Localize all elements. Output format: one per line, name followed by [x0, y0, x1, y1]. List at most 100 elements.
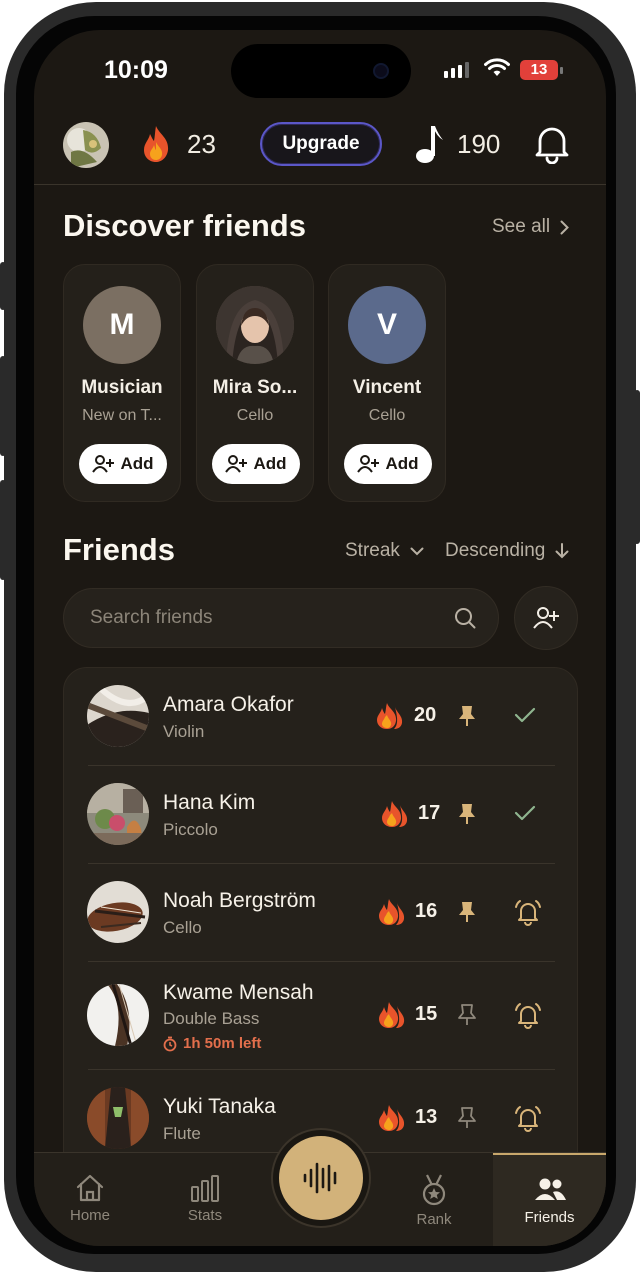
add-label: Add: [120, 454, 154, 473]
nav-tab-friends[interactable]: Friends: [493, 1153, 606, 1246]
streak-flame-icon: [377, 703, 403, 729]
friend-streak: 13: [415, 1106, 438, 1128]
nav-tab-home[interactable]: Home: [34, 1153, 146, 1246]
pin-filled-icon[interactable]: [457, 802, 477, 826]
friends-icon: [534, 1178, 566, 1200]
dynamic-island: [231, 44, 411, 98]
check-icon[interactable]: [514, 706, 536, 724]
nudge-bell-icon[interactable]: [514, 1104, 542, 1132]
friend-name: Noah Bergström: [163, 889, 316, 912]
streak-flame-icon: [144, 126, 169, 162]
medal-icon: [422, 1174, 446, 1206]
suggested-friend-name: Musician: [81, 377, 163, 398]
nav-tab-rank[interactable]: Rank: [378, 1153, 490, 1246]
friend-streak: 15: [415, 1003, 438, 1025]
sort-by-label: Streak: [345, 540, 400, 561]
see-all-link[interactable]: See all: [492, 216, 570, 238]
upgrade-button[interactable]: Upgrade: [260, 122, 382, 166]
friends-title: Friends: [63, 532, 175, 567]
nav-home-label: Home: [69, 1207, 110, 1224]
streak-flame-icon: [379, 899, 405, 925]
search-friends-input[interactable]: [90, 589, 430, 647]
suggested-friend-name: Vincent: [352, 377, 422, 398]
suggested-friend-card[interactable]: V Vincent Cello Add: [328, 264, 446, 502]
add-friend-button[interactable]: Add: [212, 444, 300, 484]
battery-indicator: 13: [520, 60, 558, 80]
discover-friends-title: Discover friends: [63, 208, 306, 243]
friend-name: Amara Okafor: [163, 693, 294, 716]
friend-initial-avatar: V: [348, 286, 426, 364]
profile-avatar[interactable]: [63, 122, 109, 168]
see-all-label: See all: [492, 216, 551, 237]
friend-instrument: Flute: [163, 1124, 201, 1143]
pin-filled-icon[interactable]: [457, 704, 477, 728]
header-divider: [34, 184, 606, 185]
friend-avatar: [87, 1087, 149, 1149]
friend-initial-avatar: M: [83, 286, 161, 364]
list-item[interactable]: Amara Okafor Violin 20: [64, 668, 577, 765]
audio-waveform-icon: [303, 1162, 337, 1194]
friend-streak: 17: [418, 802, 441, 824]
nav-stats-label: Stats: [187, 1207, 223, 1224]
sort-order-toggle[interactable]: Descending: [445, 540, 569, 562]
search-friends-box[interactable]: [63, 588, 499, 648]
timer-icon: [163, 1036, 177, 1051]
suggested-friend-card[interactable]: M Musician New on T... Add: [63, 264, 181, 502]
suggested-friend-subtitle: Cello: [368, 407, 406, 424]
notes-count: 190: [457, 129, 501, 159]
power-button: [634, 390, 640, 544]
friend-avatar: [87, 783, 149, 845]
list-item[interactable]: Hana Kim Piccolo 17: [64, 766, 577, 863]
bar-chart-icon: [191, 1175, 219, 1202]
streak-flame-icon: [379, 1002, 405, 1028]
pin-outline-icon[interactable]: [457, 1106, 477, 1130]
friend-streak: 20: [414, 704, 437, 726]
sort-by-dropdown[interactable]: Streak: [345, 540, 424, 562]
sort-order-label: Descending: [445, 540, 546, 561]
battery-tip: [560, 67, 563, 74]
friend-avatar: [87, 881, 149, 943]
streak-timer: 1h 50m left: [163, 1035, 261, 1052]
pin-filled-icon[interactable]: [457, 900, 477, 924]
battery-level: 13: [530, 61, 548, 78]
app-screen: 10:09 13 23 Upgrade 190 Discover friends…: [34, 30, 606, 1246]
status-time: 10:09: [104, 56, 168, 84]
nudge-bell-icon[interactable]: [514, 1001, 542, 1029]
camera-icon: [373, 63, 389, 79]
friend-name: Hana Kim: [163, 791, 256, 814]
search-icon: [455, 608, 476, 629]
pin-outline-icon[interactable]: [457, 1003, 477, 1027]
add-friend-button[interactable]: Add: [344, 444, 432, 484]
friend-streak: 16: [415, 900, 438, 922]
streak-flame-icon: [382, 801, 408, 827]
add-label: Add: [385, 454, 419, 473]
volume-down-button: [0, 480, 6, 580]
nav-rank-label: Rank: [416, 1211, 452, 1228]
add-friend-icon-button[interactable]: [514, 586, 578, 650]
volume-up-button: [0, 356, 6, 456]
list-item[interactable]: Noah Bergström Cello 16: [64, 864, 577, 961]
add-label: Add: [253, 454, 287, 473]
suggested-friend-name: Mira So...: [212, 377, 298, 398]
user-plus-icon: [533, 607, 559, 629]
add-friend-button[interactable]: Add: [79, 444, 167, 484]
check-icon[interactable]: [514, 804, 536, 822]
cellular-signal-icon: [444, 62, 469, 78]
streak-timer-label: 1h 50m left: [183, 1035, 262, 1052]
list-item[interactable]: Kwame Mensah Double Bass 1h 50m left 15: [64, 962, 577, 1069]
friend-avatar: [87, 984, 149, 1046]
friend-name: Yuki Tanaka: [163, 1095, 276, 1118]
nudge-bell-icon[interactable]: [514, 898, 542, 926]
action-button: [0, 262, 6, 310]
friend-instrument: Cello: [163, 918, 202, 937]
suggested-friend-subtitle: Cello: [236, 407, 274, 424]
suggested-friend-card[interactable]: Mira So... Cello Add: [196, 264, 314, 502]
streak-flame-icon: [379, 1105, 405, 1131]
nav-tab-stats[interactable]: Stats: [149, 1153, 261, 1246]
user-plus-icon: [357, 455, 380, 473]
suggested-friend-subtitle: New on T...: [82, 407, 162, 424]
record-button[interactable]: [273, 1130, 369, 1226]
home-icon: [76, 1174, 104, 1202]
notifications-bell-icon[interactable]: [532, 122, 572, 164]
chevron-down-icon: [410, 547, 424, 555]
